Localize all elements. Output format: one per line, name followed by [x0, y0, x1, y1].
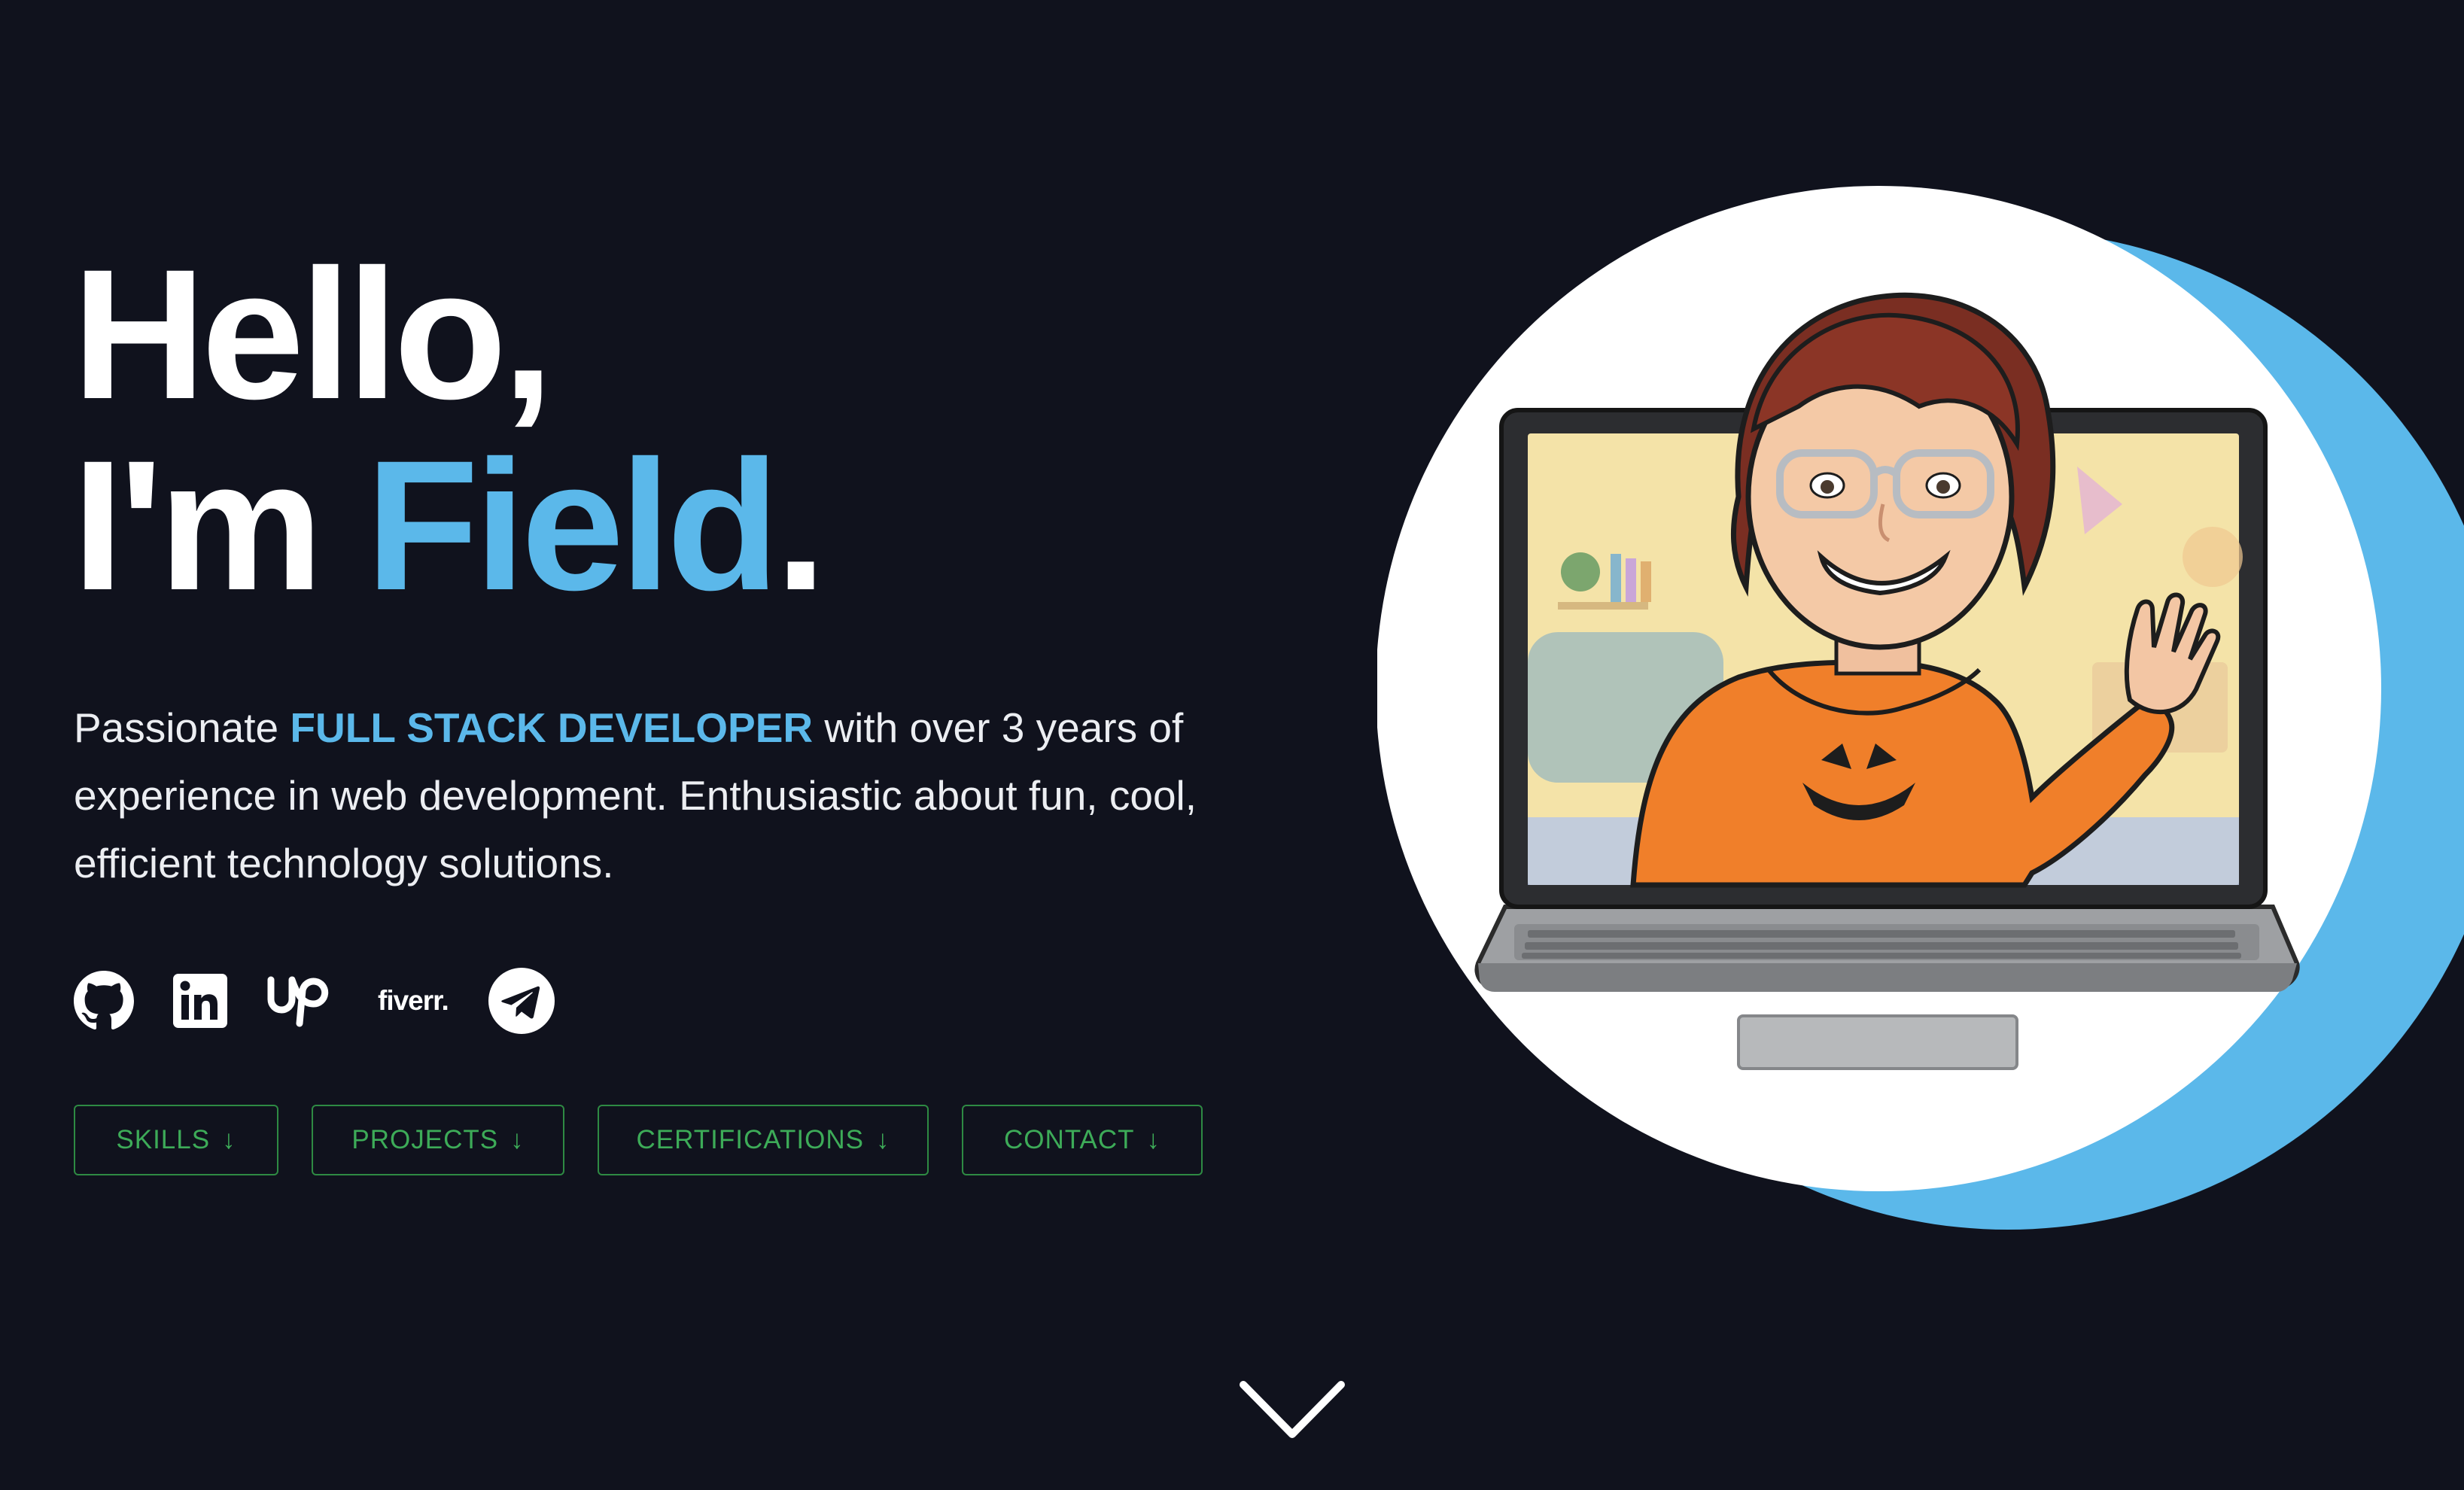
hero-name-line: I'm Field. — [72, 430, 826, 622]
projects-label: PROJECTS — [351, 1125, 499, 1154]
hero-name: Field — [365, 422, 780, 629]
certifications-button[interactable]: CERTIFICATIONS ↓ — [598, 1105, 929, 1175]
chevron-down-icon — [1240, 1381, 1345, 1438]
projects-button[interactable]: PROJECTS ↓ — [312, 1105, 564, 1175]
arrow-down-icon: ↓ — [510, 1125, 525, 1154]
linkedin-icon — [173, 974, 227, 1028]
hero-name-suffix: . — [774, 422, 826, 629]
arrow-down-icon: ↓ — [875, 1125, 890, 1154]
certifications-label: CERTIFICATIONS — [636, 1125, 864, 1154]
github-icon — [74, 971, 134, 1030]
keyboard-keys — [1522, 930, 2241, 959]
hero-intro-prefix: I'm — [72, 422, 366, 629]
skills-button[interactable]: SKILLS ↓ — [74, 1105, 278, 1175]
contact-label: CONTACT — [1003, 1125, 1135, 1154]
fiverr-icon: fiverr. — [378, 985, 449, 1016]
github-link[interactable] — [74, 971, 134, 1031]
arrow-down-icon: ↓ — [1146, 1125, 1161, 1154]
section-nav: SKILLS ↓ PROJECTS ↓ CERTIFICATIONS ↓ CON… — [74, 1105, 1203, 1175]
scroll-down-button[interactable] — [1236, 1377, 1349, 1449]
contact-button[interactable]: CONTACT ↓ — [962, 1105, 1203, 1175]
telegram-link[interactable] — [488, 967, 555, 1035]
hero-greeting: Hello, — [72, 231, 554, 438]
upwork-link[interactable] — [266, 974, 339, 1028]
intro-role: FULL STACK DEVELOPER — [290, 704, 814, 751]
intro-before: Passionate — [74, 704, 291, 751]
hero-heading: Hello, I'm Field. — [72, 231, 826, 622]
avatar — [1376, 181, 2464, 1279]
upwork-icon — [267, 976, 329, 1027]
laptop-trackpad — [1737, 1014, 2018, 1070]
social-links: fiverr. — [74, 965, 555, 1037]
telegram-icon — [488, 968, 555, 1034]
fiverr-link[interactable]: fiverr. — [378, 985, 449, 1017]
arrow-down-icon: ↓ — [222, 1125, 236, 1154]
avatar-illustration — [1376, 186, 2464, 1230]
linkedin-link[interactable] — [173, 974, 227, 1028]
skills-label: SKILLS — [116, 1125, 211, 1154]
intro-text: Passionate FULL STACK DEVELOPER with ove… — [74, 694, 1308, 897]
